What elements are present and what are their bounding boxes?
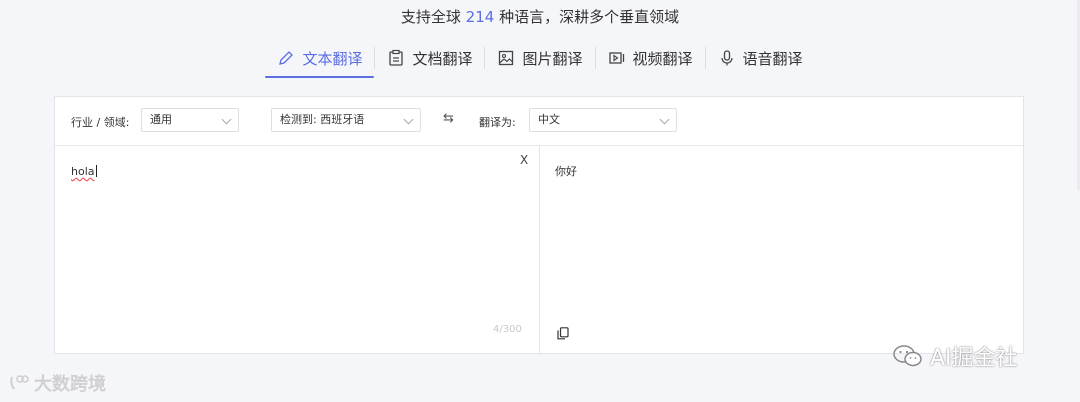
character-counter: 4/300: [493, 324, 522, 335]
source-language-select[interactable]: 检测到: 西班牙语: [271, 108, 421, 132]
pane-divider: [539, 145, 540, 355]
source-text-input[interactable]: hola: [71, 165, 97, 178]
document-icon: [389, 49, 404, 66]
headline-suffix: 种语言，深耕多个垂直领域: [499, 8, 680, 26]
watermark-right: AI掘金社: [892, 340, 1018, 372]
tab-text-translation[interactable]: 文本翻译: [265, 44, 375, 78]
chevron-down-icon: [659, 114, 670, 125]
target-language-label: 翻译为:: [479, 116, 516, 129]
microphone-icon: [720, 50, 733, 66]
chevron-down-icon: [403, 114, 414, 125]
tab-label: 文档翻译: [412, 49, 473, 68]
tab-label: 视频翻译: [632, 49, 693, 68]
headline: 支持全球 214 种语言，深耕多个垂直领域: [0, 6, 1080, 27]
source-language-value: 检测到: 西班牙语: [280, 113, 365, 126]
text-caret: [95, 165, 97, 177]
logo-icon: [10, 375, 29, 390]
tab-voice-translation[interactable]: 语音翻译: [706, 44, 815, 72]
watermark-left: 大数跨境: [8, 370, 106, 396]
headline-prefix: 支持全球: [400, 8, 461, 26]
tab-video-translation[interactable]: 视频翻译: [596, 44, 705, 72]
target-language-value: 中文: [538, 113, 560, 126]
watermark-left-text: 大数跨境: [34, 374, 106, 395]
image-icon: [499, 50, 514, 66]
translation-output: 你好: [555, 165, 577, 178]
source-text: hola: [71, 165, 95, 178]
domain-select[interactable]: 通用: [141, 108, 239, 132]
wechat-icon: [893, 345, 922, 367]
translator-panel: 行业 / 领域: 通用 检测到: 西班牙语 ⇆ 翻译为: 中文 hola X 4…: [54, 96, 1024, 355]
chevron-down-icon: [221, 114, 232, 125]
translation-mode-tabs: 文本翻译 文档翻译 图片翻译 视频翻译 语音翻译: [0, 44, 1080, 78]
domain-label: 行业 / 领域:: [71, 116, 130, 129]
tab-image-translation[interactable]: 图片翻译: [485, 44, 594, 72]
tab-label: 图片翻译: [522, 49, 583, 68]
pencil-icon: [279, 51, 294, 65]
tab-label: 语音翻译: [742, 49, 803, 68]
language-count: 214: [465, 8, 495, 26]
video-icon: [608, 52, 624, 64]
target-language-select[interactable]: 中文: [529, 108, 677, 132]
translator-toolbar: 行业 / 领域: 通用 检测到: 西班牙语 ⇆ 翻译为: 中文: [55, 97, 1023, 146]
copy-icon[interactable]: [557, 325, 569, 344]
swap-languages-icon[interactable]: ⇆: [443, 111, 454, 126]
tab-document-translation[interactable]: 文档翻译: [375, 44, 484, 72]
tab-label: 文本翻译: [302, 49, 363, 68]
watermark-right-text: AI掘金社: [930, 346, 1018, 371]
domain-select-value: 通用: [150, 113, 172, 126]
clear-button[interactable]: X: [520, 153, 528, 167]
